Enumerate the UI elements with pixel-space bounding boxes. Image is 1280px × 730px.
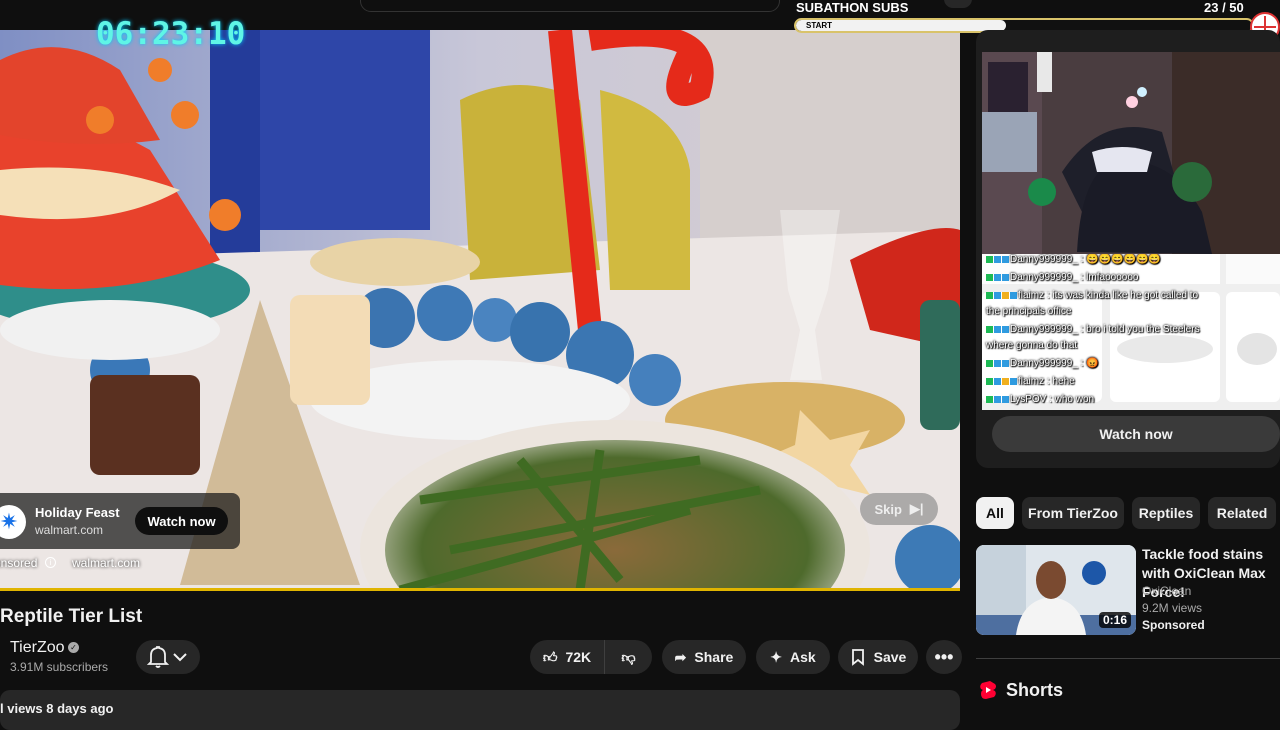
more-actions-button[interactable]: ••• xyxy=(926,640,962,674)
chat-message: LysPOV : who won xyxy=(986,394,1094,405)
chip-all[interactable]: All xyxy=(976,497,1014,529)
shorts-logo-icon xyxy=(978,680,998,700)
chat-message-continuation: where gonna do that xyxy=(986,340,1078,351)
chat-message: Danny999999_ : 😡 xyxy=(986,358,1099,369)
channel-name[interactable]: TierZoo xyxy=(10,639,65,657)
save-button[interactable]: Save xyxy=(838,640,918,674)
section-divider xyxy=(976,658,1280,659)
sponsored-video-channel[interactable]: OxiClean xyxy=(1142,584,1191,598)
sparkle-icon: ✦ xyxy=(770,648,783,665)
streamer-webcam xyxy=(982,52,1280,254)
chip-from-tierzoo[interactable]: From TierZoo xyxy=(1022,497,1124,529)
more-dots-icon: ••• xyxy=(934,646,954,667)
chat-message: Danny999999_ : bro i told you the Steele… xyxy=(986,324,1200,335)
chat-message: flaimz : hehe xyxy=(986,376,1075,387)
chip-related[interactable]: Related xyxy=(1208,497,1276,529)
skip-ad-button[interactable]: Skip ▶| xyxy=(860,493,938,525)
webcam-image xyxy=(982,52,1280,254)
search-bar[interactable] xyxy=(360,0,780,12)
verified-check-icon: ✓ xyxy=(68,642,79,653)
share-arrow-icon: ➦ xyxy=(674,648,687,665)
video-duration-badge: 0:16 xyxy=(1099,612,1132,628)
subathon-title: SUBATHON SUBS xyxy=(796,0,909,15)
chip-reptiles[interactable]: Reptiles xyxy=(1132,497,1200,529)
video-meta: l views 8 days ago xyxy=(0,701,114,716)
skip-next-icon: ▶| xyxy=(909,501,924,516)
save-label: Save xyxy=(873,649,907,665)
stream-chat-overlay: Danny999999_ : 😄😄😄😄😄😄 Danny999999_ : lmf… xyxy=(982,254,1280,410)
ad-title[interactable]: Holiday Feast xyxy=(35,505,120,520)
stream-timer: 06:23:10 xyxy=(96,16,246,52)
ad-url[interactable]: walmart.com xyxy=(35,523,103,537)
sidebar-ad-watch-now-button[interactable]: Watch now xyxy=(992,416,1280,452)
sponsored-video-views: 9.2M views xyxy=(1142,601,1203,615)
chat-message-continuation: the principals office xyxy=(986,306,1072,317)
sponsored-badge: Sponsored xyxy=(1142,618,1205,632)
ad-watch-now-button[interactable]: Watch now xyxy=(135,507,228,535)
subscriber-count: 3.91M subscribers xyxy=(10,660,109,674)
shorts-heading: Shorts xyxy=(1006,680,1064,700)
ask-button[interactable]: ✦ Ask xyxy=(756,640,830,674)
share-button[interactable]: ➦ Share xyxy=(662,640,746,674)
like-button[interactable]: 👍︎ 72K xyxy=(530,640,604,674)
chat-message: flaimz : its was kinda like he got calle… xyxy=(986,290,1198,301)
subathon-start-label: START xyxy=(806,21,833,30)
skip-label: Skip xyxy=(874,501,902,517)
info-icon[interactable]: i xyxy=(45,557,56,568)
dislike-button[interactable]: 👎︎ xyxy=(604,640,652,674)
ad-sponsored-url[interactable]: walmart.com xyxy=(72,556,140,570)
video-title: Reptile Tier List xyxy=(0,606,143,627)
share-label: Share xyxy=(694,649,734,665)
ask-label: Ask xyxy=(790,649,816,665)
thumbs-up-icon: 👍︎ xyxy=(542,648,558,665)
bookmark-icon xyxy=(851,649,864,666)
chat-message: Danny999999_ : lmfaoooooo xyxy=(986,272,1138,283)
chat-message: Danny999999_ : 😄😄😄😄😄😄 xyxy=(986,254,1161,265)
thumbs-down-icon: 👎︎ xyxy=(621,648,636,665)
ad-sponsored-label: onsored xyxy=(0,556,38,570)
description-box[interactable] xyxy=(0,690,960,730)
bell-icon xyxy=(146,646,187,668)
video-progress-bar[interactable] xyxy=(0,588,960,591)
subathon-count: 23 / 50 xyxy=(1204,0,1244,15)
notification-bell-button[interactable] xyxy=(136,640,200,674)
like-count: 72K xyxy=(565,649,592,665)
